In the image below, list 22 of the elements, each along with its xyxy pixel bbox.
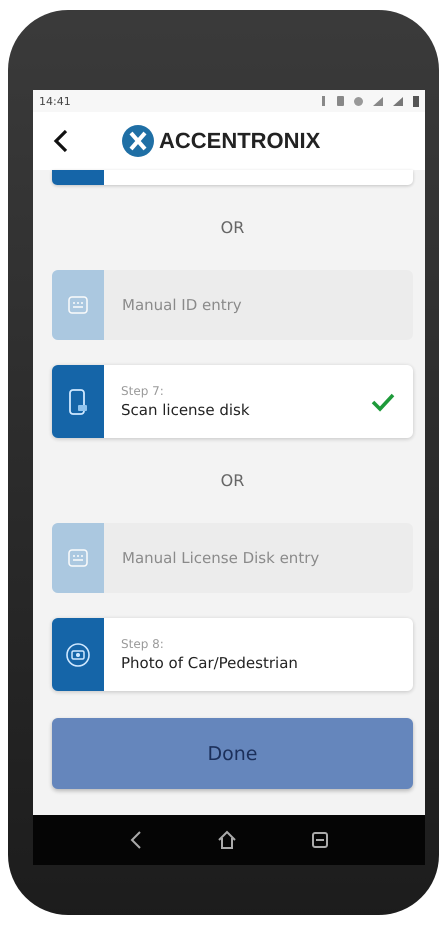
back-nav-icon[interactable] [129, 830, 144, 850]
logo-icon [121, 124, 155, 158]
phone-scan-icon [67, 388, 89, 416]
logo-text: ACCENTRONIX [159, 128, 320, 154]
battery-icon [413, 96, 419, 106]
or-label: OR [220, 218, 244, 237]
check-icon [371, 392, 395, 412]
recent-apps-icon[interactable] [310, 831, 329, 849]
or-label: OR [220, 471, 244, 490]
step-card[interactable]: Step 7: Scan license disk [52, 365, 413, 438]
done-button[interactable]: Done [52, 718, 413, 789]
status-time: 14:41 [39, 94, 71, 108]
step-title: Photo of Car/Pedestrian [121, 654, 299, 672]
signal-icon [393, 96, 403, 106]
home-icon[interactable] [216, 830, 238, 850]
back-icon[interactable] [53, 129, 69, 153]
camera-icon [65, 642, 91, 668]
step-card[interactable] [52, 170, 413, 185]
step-title: Scan license disk [121, 401, 251, 419]
step-card[interactable]: Step 8: Photo of Car/Pedestrian [52, 618, 413, 691]
step-number: Step 7: [121, 384, 165, 398]
step-number: Step 8: [121, 637, 165, 651]
